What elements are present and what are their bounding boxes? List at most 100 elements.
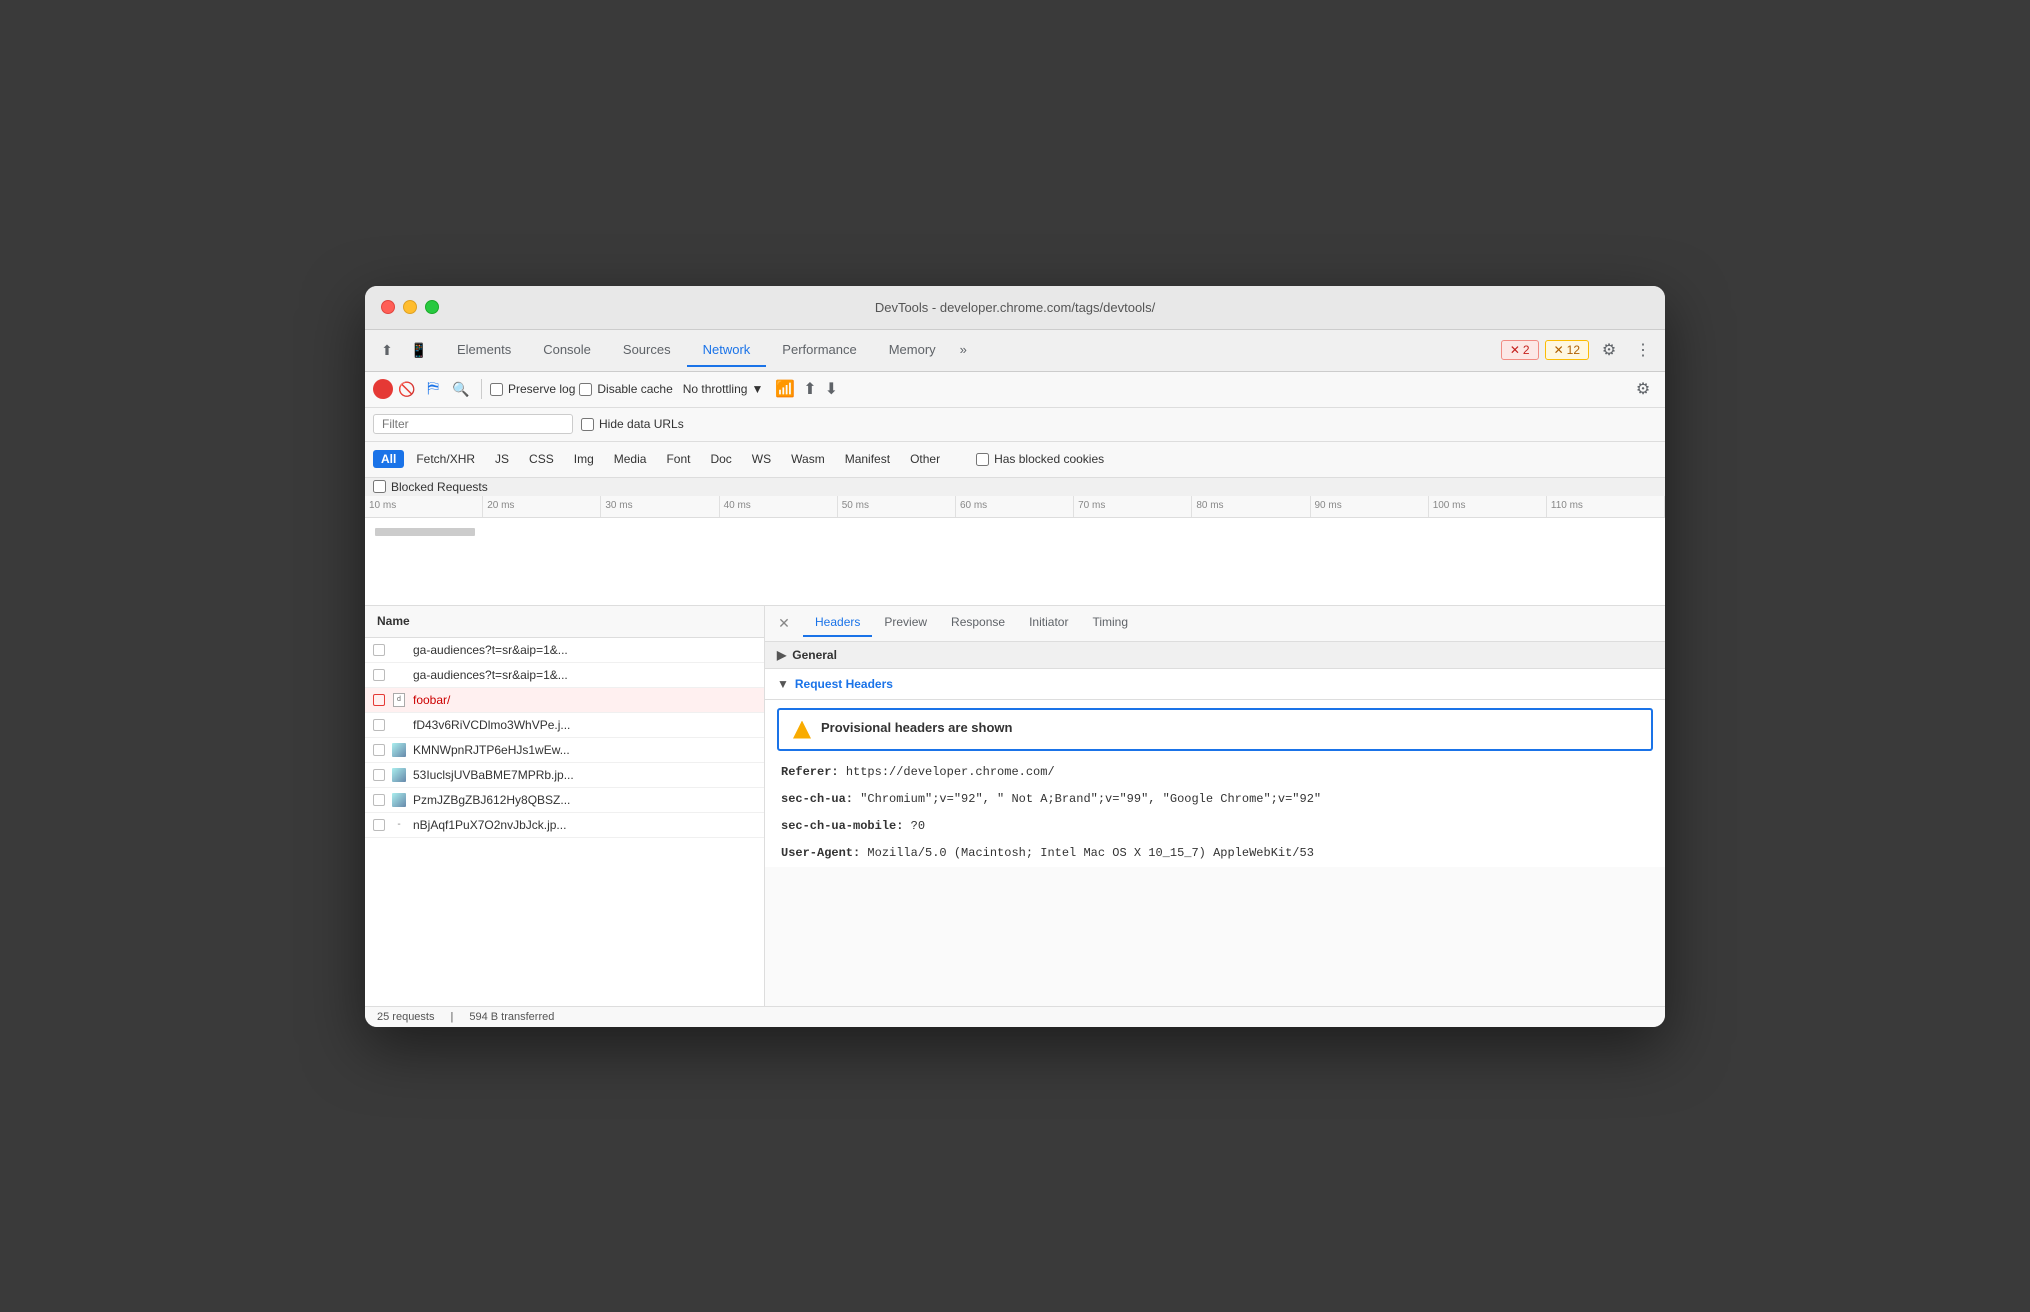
general-section-header[interactable]: ▶ General <box>765 642 1665 669</box>
clear-icon[interactable]: 🚫 <box>397 379 417 399</box>
preserve-log-input[interactable] <box>490 383 503 396</box>
tab-response[interactable]: Response <box>939 609 1017 637</box>
warning-badge[interactable]: ✕ 12 <box>1545 340 1589 360</box>
tab-performance[interactable]: Performance <box>766 334 872 367</box>
disable-cache-checkbox[interactable]: Disable cache <box>579 382 672 396</box>
request-item-foobar[interactable]: d foobar/ <box>365 688 764 713</box>
request-name: nBjAqf1PuX7O2nvJbJck.jp... <box>413 818 756 832</box>
filter-icon[interactable]: ⛿ <box>421 377 445 401</box>
timeline: 10 ms 20 ms 30 ms 40 ms 50 ms 60 ms 70 m… <box>365 496 1665 606</box>
disable-cache-input[interactable] <box>579 383 592 396</box>
hide-data-urls-checkbox[interactable]: Hide data URLs <box>581 417 684 431</box>
request-checkbox[interactable] <box>373 669 385 681</box>
hide-data-urls-label: Hide data URLs <box>599 417 684 431</box>
general-label: General <box>792 648 837 662</box>
throttle-label: No throttling <box>683 382 748 396</box>
requests-header: Name <box>365 606 764 638</box>
type-filter-css[interactable]: CSS <box>521 450 562 468</box>
request-checkbox[interactable] <box>373 694 385 706</box>
transferred-size: 594 B transferred <box>469 1011 554 1023</box>
type-filter-doc[interactable]: Doc <box>702 450 739 468</box>
hide-data-urls-input[interactable] <box>581 418 594 431</box>
request-item[interactable]: KMNWpnRJTP6eHJs1wEw... <box>365 738 764 763</box>
type-filter-js[interactable]: JS <box>487 450 517 468</box>
settings2-icon[interactable]: ⚙ <box>1629 375 1657 403</box>
warning-triangle-icon <box>793 721 811 739</box>
more-icon[interactable]: ⋮ <box>1629 336 1657 364</box>
timeline-ruler: 10 ms 20 ms 30 ms 40 ms 50 ms 60 ms 70 m… <box>365 496 1665 518</box>
tab-elements[interactable]: Elements <box>441 334 527 367</box>
window-controls <box>381 300 439 314</box>
img-icon <box>391 742 407 758</box>
tabs-overflow[interactable]: » <box>952 334 975 367</box>
details-content[interactable]: ▶ General ▼ Request Headers Provisional … <box>765 642 1665 1006</box>
type-filter-media[interactable]: Media <box>606 450 655 468</box>
device-icon[interactable]: 📱 <box>405 336 433 364</box>
type-filter-font[interactable]: Font <box>658 450 698 468</box>
type-filter-manifest[interactable]: Manifest <box>837 450 898 468</box>
request-item[interactable]: PzmJZBgZBJ612Hy8QBSZ... <box>365 788 764 813</box>
request-checkbox[interactable] <box>373 819 385 831</box>
wifi-icon[interactable]: 📶 <box>773 377 797 401</box>
blocked-requests-checkbox[interactable] <box>373 480 386 493</box>
maximize-button[interactable] <box>425 300 439 314</box>
request-item[interactable]: - nBjAqf1PuX7O2nvJbJck.jp... <box>365 813 764 838</box>
record-button[interactable] <box>373 379 393 399</box>
request-item[interactable]: ga-audiences?t=sr&aip=1&... <box>365 663 764 688</box>
tab-sources[interactable]: Sources <box>607 334 687 367</box>
minimize-button[interactable] <box>403 300 417 314</box>
tab-initiator[interactable]: Initiator <box>1017 609 1080 637</box>
has-blocked-cookies-input[interactable] <box>976 453 989 466</box>
requests-list[interactable]: ga-audiences?t=sr&aip=1&... ga-audiences… <box>365 638 764 1006</box>
throttle-select[interactable]: No throttling ▼ <box>677 380 770 398</box>
download-icon[interactable]: ⬇ <box>823 377 840 401</box>
tick-0: 10 ms <box>365 496 483 517</box>
request-headers-title[interactable]: ▼ Request Headers <box>765 669 1665 700</box>
upload-icon[interactable]: ⬆ <box>801 377 818 401</box>
has-blocked-cookies-checkbox[interactable]: Has blocked cookies <box>976 452 1104 466</box>
header-row-referer: Referer: https://developer.chrome.com/ <box>765 759 1665 786</box>
type-filter-img[interactable]: Img <box>566 450 602 468</box>
request-item[interactable]: ga-audiences?t=sr&aip=1&... <box>365 638 764 663</box>
disable-cache-label: Disable cache <box>597 382 672 396</box>
close-details-button[interactable]: ✕ <box>773 612 795 634</box>
tab-headers[interactable]: Headers <box>803 609 872 637</box>
filter-input[interactable] <box>373 414 573 434</box>
type-filter-fetch-xhr[interactable]: Fetch/XHR <box>408 450 483 468</box>
cursor-icon[interactable]: ⬆ <box>373 336 401 364</box>
requests-count: 25 requests <box>377 1011 434 1023</box>
img-icon4: - <box>391 817 407 833</box>
main-tabs: Elements Console Sources Network Perform… <box>441 334 1501 367</box>
type-filter-all[interactable]: All <box>373 450 404 468</box>
filter-bar: Hide data URLs <box>365 408 1665 442</box>
request-item[interactable]: 53IuclsjUVBaBME7MPRb.jp... <box>365 763 764 788</box>
details-panel: ✕ Headers Preview Response Initiator Tim… <box>765 606 1665 1006</box>
tab-network[interactable]: Network <box>687 334 767 367</box>
warning-icon: ✕ <box>1554 343 1564 357</box>
request-name: KMNWpnRJTP6eHJs1wEw... <box>413 743 756 757</box>
type-filter-ws[interactable]: WS <box>744 450 779 468</box>
tick-7: 80 ms <box>1192 496 1310 517</box>
request-checkbox[interactable] <box>373 644 385 656</box>
requests-panel: Name ga-audiences?t=sr&aip=1&... ga-audi… <box>365 606 765 1006</box>
tab-memory[interactable]: Memory <box>873 334 952 367</box>
tick-8: 90 ms <box>1311 496 1429 517</box>
tab-timing[interactable]: Timing <box>1080 609 1140 637</box>
search-icon[interactable]: 🔍 <box>449 377 473 401</box>
header-row-sec-ch-ua: sec-ch-ua: "Chromium";v="92", " Not A;Br… <box>765 786 1665 813</box>
request-checkbox[interactable] <box>373 769 385 781</box>
settings-icon[interactable]: ⚙ <box>1595 336 1623 364</box>
request-checkbox[interactable] <box>373 744 385 756</box>
tab-preview[interactable]: Preview <box>872 609 939 637</box>
separator-1 <box>481 379 482 399</box>
sec-ch-ua-key: sec-ch-ua: <box>781 792 853 806</box>
error-badge[interactable]: ✕ 2 <box>1501 340 1539 360</box>
close-button[interactable] <box>381 300 395 314</box>
request-checkbox[interactable] <box>373 794 385 806</box>
request-checkbox[interactable] <box>373 719 385 731</box>
type-filter-other[interactable]: Other <box>902 450 948 468</box>
type-filter-wasm[interactable]: Wasm <box>783 450 833 468</box>
request-item[interactable]: fD43v6RiVCDlmo3WhVPe.j... <box>365 713 764 738</box>
preserve-log-checkbox[interactable]: Preserve log <box>490 382 575 396</box>
tab-console[interactable]: Console <box>527 334 607 367</box>
